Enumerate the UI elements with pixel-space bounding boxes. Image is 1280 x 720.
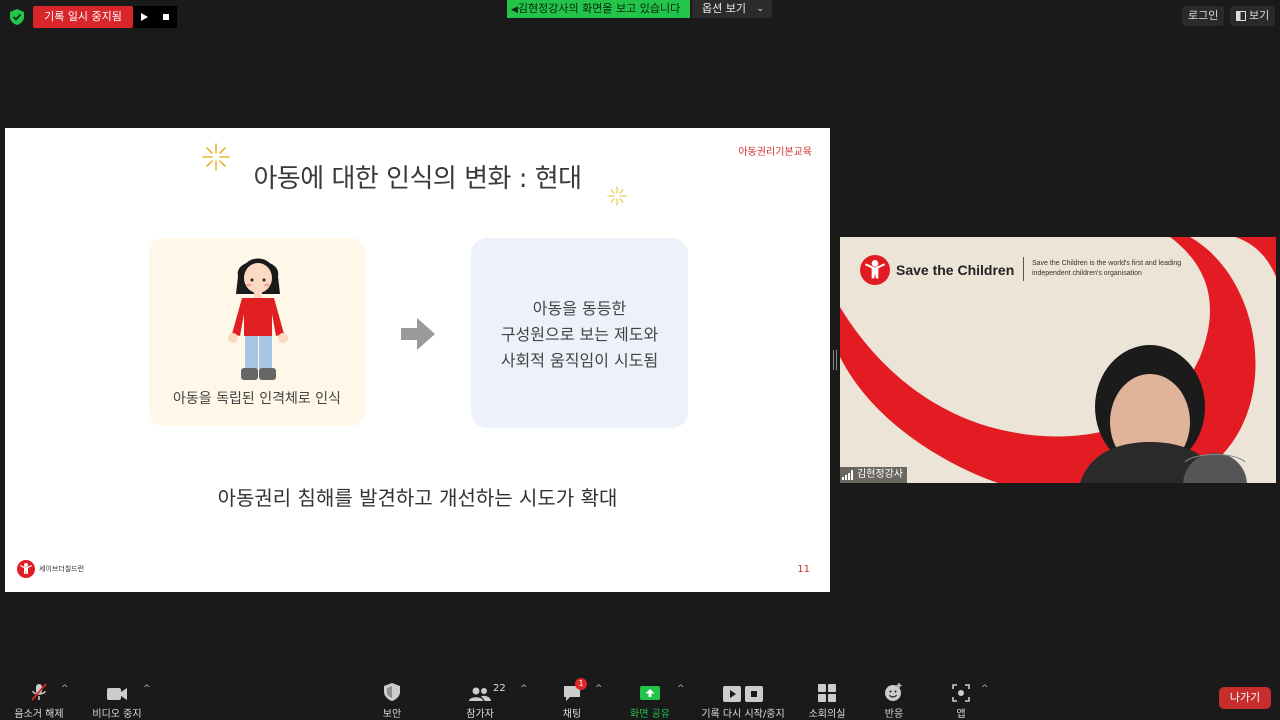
participant-name: 김현정강사	[857, 469, 903, 480]
signal-strength-icon	[842, 470, 853, 480]
record-toggle-label: 기록 다시 시작/중지	[701, 709, 785, 720]
resume-recording-button[interactable]	[133, 6, 155, 28]
security-shield-icon[interactable]	[8, 8, 26, 26]
save-the-children-logo-icon	[17, 560, 35, 578]
breakout-rooms-button[interactable]: 소회의실	[804, 680, 850, 720]
speaker-icon: ◀	[511, 5, 518, 15]
chat-unread-badge: 1	[575, 678, 587, 690]
stop-icon	[163, 14, 169, 20]
apps-icon	[952, 684, 970, 702]
participant-video-tile[interactable]: Save the Children Save the Children is t…	[840, 237, 1276, 483]
slide-logo-text: 세이브더칠드런	[39, 565, 85, 573]
breakout-rooms-icon	[818, 684, 836, 702]
video-options-caret[interactable]: ^	[143, 684, 151, 694]
shield-icon	[384, 683, 400, 701]
chat-label: 채팅	[562, 709, 582, 720]
org-name: Save the Children	[896, 262, 1015, 278]
layout-icon	[1236, 11, 1246, 21]
reactions-label: 반응	[884, 709, 904, 720]
left-card-text: 아동을 독립된 인격체로 인식	[173, 391, 341, 407]
independent-person-card: 아동을 독립된 인격체로 인식	[149, 238, 365, 426]
slide-course-tag: 아동권리기본교육	[738, 147, 812, 158]
chevron-down-icon: ⌄	[756, 4, 764, 14]
stop-video-button[interactable]: 비디오 중지	[88, 680, 146, 720]
participants-label: 참가자	[466, 709, 494, 720]
slide-logo: 세이브더칠드런	[17, 560, 84, 578]
reactions-button[interactable]: 반응	[874, 680, 914, 720]
child-illustration	[228, 258, 288, 380]
share-banner-text: 김현정강사의 화면을 보고 있습니다	[517, 2, 681, 15]
view-label: 보기	[1249, 9, 1270, 22]
audio-options-caret[interactable]: ^	[61, 684, 69, 694]
security-button[interactable]: 보안	[372, 680, 412, 720]
apps-button[interactable]: 앱	[942, 680, 980, 720]
org-tagline: Save the Children is the world's first a…	[1032, 260, 1182, 277]
stop-record-icon	[745, 686, 763, 702]
unmute-label: 음소거 해제	[14, 709, 64, 720]
participant-count: 22	[493, 683, 506, 694]
login-button[interactable]: 로그인	[1182, 6, 1225, 26]
participants-options-caret[interactable]: ^	[520, 684, 528, 694]
unmute-button[interactable]: 음소거 해제	[10, 680, 68, 720]
participants-icon	[469, 687, 491, 701]
stop-recording-button[interactable]	[155, 6, 177, 28]
play-icon	[141, 13, 148, 21]
security-label: 보안	[382, 709, 402, 720]
logo-separator	[1023, 257, 1024, 281]
view-options-label: 옵션 보기	[702, 2, 746, 15]
slide-page-number: 11	[797, 564, 810, 575]
emoji-reaction-icon	[885, 683, 902, 701]
recording-status: 기록 일시 중지됨	[33, 6, 133, 28]
view-options-button[interactable]: 옵션 보기 ⌄	[692, 0, 772, 18]
panel-resize-handle[interactable]	[833, 350, 837, 370]
save-the-children-logo: Save the Children	[860, 255, 1014, 285]
share-screen-label: 화면 공유	[630, 709, 670, 720]
view-button[interactable]: 보기	[1230, 6, 1276, 26]
record-toggle-button[interactable]: 기록 다시 시작/중지	[698, 680, 788, 720]
right-card-line: 아동을 동등한	[532, 299, 627, 318]
share-screen-button[interactable]: 화면 공유	[626, 680, 674, 720]
stop-video-label: 비디오 중지	[92, 709, 142, 720]
share-screen-icon	[640, 686, 660, 700]
participant-name-tag: 김현정강사	[840, 467, 907, 483]
arrow-right-icon	[401, 318, 435, 350]
equal-member-card: 아동을 동등한 구성원으로 보는 제도와 사회적 움직임이 시도됨	[471, 238, 688, 428]
apps-options-caret[interactable]: ^	[981, 684, 989, 694]
right-card-line: 구성원으로 보는 제도와	[500, 325, 659, 344]
save-the-children-logo-icon	[860, 255, 890, 285]
slide-bottom-text: 아동권리 침해를 발견하고 개선하는 시도가 확대	[217, 486, 618, 510]
shared-slide: 아동권리기본교육 아동에 대한 인식의 변화 : 현대 아동을 독립된 인격체로…	[5, 128, 830, 592]
breakout-rooms-label: 소회의실	[808, 709, 846, 720]
chat-options-caret[interactable]: ^	[595, 684, 603, 694]
slide-title: 아동에 대한 인식의 변화 : 현대	[253, 164, 582, 194]
resume-record-icon	[723, 686, 741, 702]
video-camera-icon	[107, 688, 127, 700]
screen-share-banner: ◀김현정강사의 화면을 보고 있습니다	[507, 0, 690, 18]
apps-label: 앱	[956, 709, 966, 720]
right-card-text: 아동을 동등한 구성원으로 보는 제도와 사회적 움직임이 시도됨	[471, 296, 688, 374]
share-options-caret[interactable]: ^	[677, 684, 685, 694]
leave-meeting-button[interactable]: 나가기	[1219, 687, 1271, 709]
microphone-muted-icon	[31, 683, 47, 701]
right-card-line: 사회적 움직임이 시도됨	[500, 351, 659, 370]
